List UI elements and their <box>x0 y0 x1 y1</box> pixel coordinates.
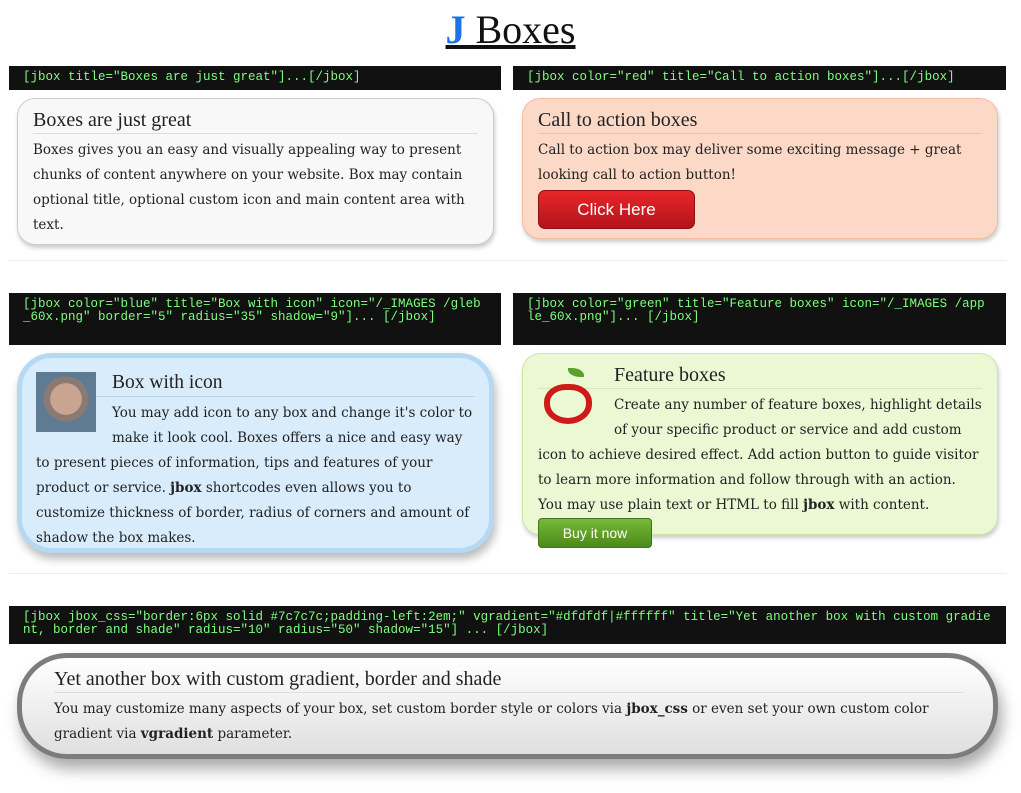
text: parameter. <box>213 726 293 742</box>
bold-text: vgradient <box>140 726 214 742</box>
text: with content. <box>834 497 930 513</box>
box-title: Box with icon <box>36 370 475 397</box>
box-text: Create any number of feature boxes, high… <box>538 393 982 548</box>
title-j: J <box>445 7 466 52</box>
default-box: Boxes are just great Boxes gives you an … <box>17 98 494 245</box>
box-text: You may customize many aspects of your b… <box>54 697 963 747</box>
page-title[interactable]: J Boxes <box>0 6 1021 53</box>
code-snippet: [jbox color="blue" title="Box with icon"… <box>9 293 501 345</box>
text: Create any number of feature boxes, high… <box>538 397 982 513</box>
blue-box: Box with icon You may add icon to any bo… <box>17 353 494 553</box>
title-text: Boxes <box>475 7 576 52</box>
code-snippet: [jbox color="red" title="Call to action … <box>513 66 1006 90</box>
box-title: Feature boxes <box>538 362 982 389</box>
code-snippet: [jbox title="Boxes are just great"]...[/… <box>9 66 501 90</box>
code-snippet: [jbox color="green" title="Feature boxes… <box>513 293 1006 345</box>
person-photo-icon <box>36 372 96 432</box>
box-text: Boxes gives you an easy and visually app… <box>33 142 465 233</box>
bold-text: jbox <box>803 497 835 513</box>
apple-icon <box>538 366 598 426</box>
box-text: You may add icon to any box and change i… <box>36 401 475 551</box>
divider <box>9 573 1006 574</box>
text: You may customize many aspects of your b… <box>54 701 627 717</box>
box-title: Yet another box with custom gradient, bo… <box>54 666 963 693</box>
gradient-box: Yet another box with custom gradient, bo… <box>17 653 998 759</box>
click-here-button[interactable]: Click Here <box>538 190 695 229</box>
bold-text: jbox <box>170 480 202 496</box>
box-title: Boxes are just great <box>33 107 478 134</box>
code-snippet: [jbox jbox_css="border:6px solid #7c7c7c… <box>9 606 1006 644</box>
green-box: Feature boxes Create any number of featu… <box>522 353 998 548</box>
box-title: Call to action boxes <box>538 107 982 134</box>
bold-text: jbox_css <box>626 701 688 717</box>
box-text: Call to action box may deliver some exci… <box>538 142 962 183</box>
buy-it-now-button[interactable]: Buy it now <box>538 518 652 548</box>
red-box: Call to action boxes Call to action box … <box>522 98 998 239</box>
divider <box>9 260 1006 261</box>
